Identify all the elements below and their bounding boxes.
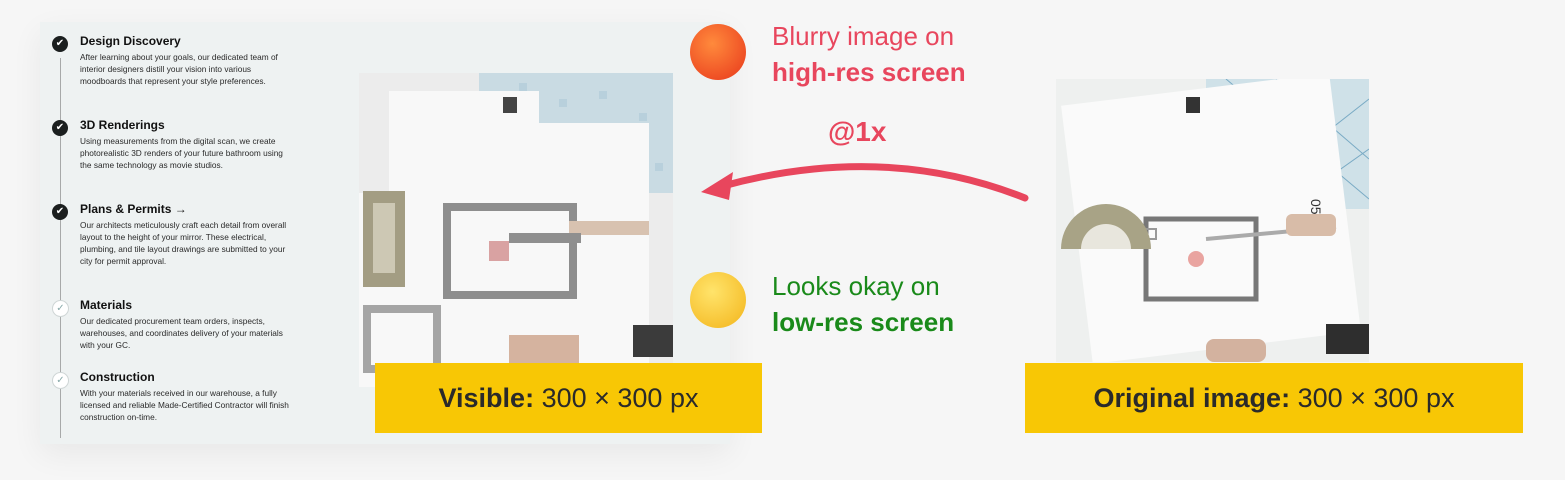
blurry-caption: Blurry image on high-res screen xyxy=(772,18,966,90)
original-size-label: Original image: 300 × 300 px xyxy=(1025,363,1523,433)
ok-caption-line2: low-res screen xyxy=(772,307,955,337)
check-icon: ✓ xyxy=(52,372,69,389)
step-materials: ✓ Materials Our dedicated procurement te… xyxy=(52,298,292,351)
arrow-left-icon xyxy=(701,163,1029,202)
step-title: Construction xyxy=(80,370,155,384)
visible-label-bold: Visible: xyxy=(438,383,535,413)
step-description: Using measurements from the digital scan… xyxy=(80,136,283,171)
pixelated-image xyxy=(359,73,673,387)
step-title: Materials xyxy=(80,298,133,312)
step-construction: ✓ Construction With your materials recei… xyxy=(52,370,292,423)
original-label-value: 300 × 300 px xyxy=(1297,383,1455,413)
ok-caption: Looks okay on low-res screen xyxy=(772,268,954,340)
step-description: Our architects meticulously craft each d… xyxy=(80,220,287,267)
smiling-face-icon xyxy=(690,272,746,328)
blurry-caption-line2: high-res screen xyxy=(772,57,966,87)
step-title[interactable]: Plans & Permits → xyxy=(80,202,292,216)
visible-label-value: 300 × 300 px xyxy=(541,383,699,413)
step-title: 3D Renderings xyxy=(80,118,165,132)
scale-label: @1x xyxy=(828,116,887,147)
angry-face-icon xyxy=(690,24,746,80)
original-label-bold: Original image: xyxy=(1093,383,1291,413)
step-design-discovery: ✔ Design Discovery After learning about … xyxy=(52,34,292,87)
check-icon: ✔ xyxy=(52,204,68,220)
step-description: After learning about your goals, our ded… xyxy=(80,52,278,87)
ok-caption-line1: Looks okay on xyxy=(772,271,940,301)
blurry-caption-line1: Blurry image on xyxy=(772,21,955,51)
check-icon: ✔ xyxy=(52,36,68,52)
step-title: Design Discovery xyxy=(80,34,181,48)
check-icon: ✓ xyxy=(52,300,69,317)
check-icon: ✔ xyxy=(52,120,68,136)
step-description: Our dedicated procurement team orders, i… xyxy=(80,316,283,351)
original-image: 05 xyxy=(1056,79,1369,362)
step-description: With your materials received in our ware… xyxy=(80,388,289,423)
step-3d-renderings: ✔ 3D Renderings Using measurements from … xyxy=(52,118,292,171)
svg-text:05: 05 xyxy=(1308,199,1324,215)
step-plans-permits[interactable]: ✔ Plans & Permits → Our architects metic… xyxy=(52,202,292,267)
visible-size-label: Visible: 300 × 300 px xyxy=(375,363,762,433)
